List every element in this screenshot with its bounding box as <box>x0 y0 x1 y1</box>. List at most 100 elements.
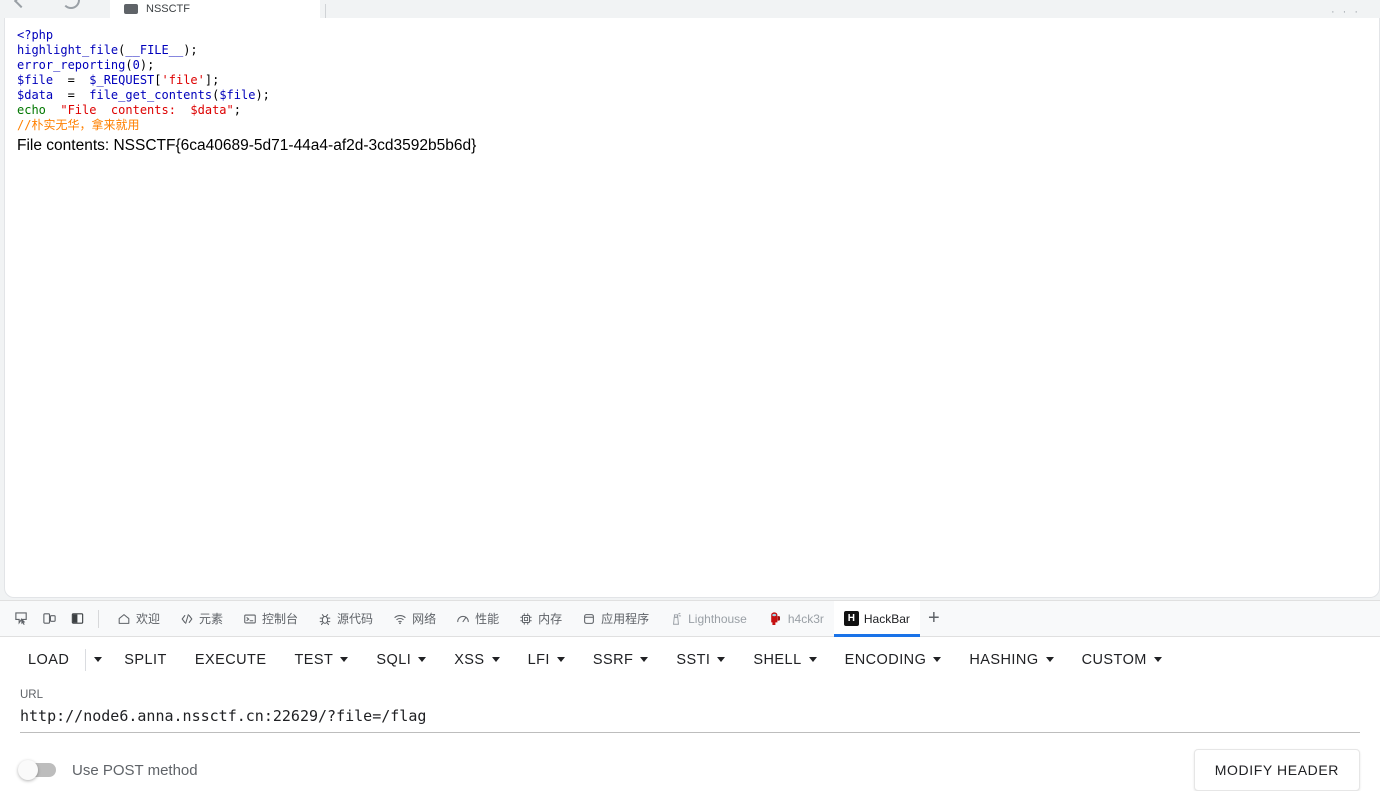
php-source-code: <?php highlight_file(__FILE__); error_repo… <box>17 28 1379 133</box>
hackbar-btn-ssti[interactable]: SSTI <box>662 644 739 676</box>
devtools-tabbar: 欢迎 元素 控制台 源代码 网络 性能 内存 应用程序 Lighthouse h4ck3r H Hac… <box>0 600 1380 637</box>
lighthouse-icon <box>669 612 683 626</box>
code-token: $file <box>17 73 54 87</box>
devtools-tab-label: 性能 <box>475 612 500 626</box>
devtools-tab-label: Lighthouse <box>688 611 747 626</box>
code-token: $data <box>17 88 54 102</box>
hackbar-icon: H <box>843 611 859 626</box>
hackbar-btn-label: LOAD <box>28 651 70 668</box>
hackbar-btn-label: SQLI <box>376 651 412 668</box>
code-token: ); <box>255 88 270 102</box>
code-token: highlight_file <box>17 43 119 57</box>
console-icon <box>243 612 257 626</box>
code-token: __FILE__ <box>125 43 184 57</box>
hackbar-btn-shell[interactable]: SHELL <box>739 644 830 676</box>
hackbar-options-row: Use POST method MODIFY HEADER <box>0 733 1380 791</box>
devtools-tab-网络[interactable]: 网络 <box>383 601 446 637</box>
chevron-down-icon <box>418 657 427 662</box>
tab-separator <box>325 4 326 18</box>
devtools-tab-hackbar[interactable]: H HackBar <box>833 600 920 637</box>
code-line: echo "File contents: $data"; <box>17 103 1379 118</box>
home-icon <box>117 612 131 626</box>
use-post-method-label: Use POST method <box>72 761 198 779</box>
hackbar-btn-label: SHELL <box>753 651 802 668</box>
tab-title: NSSCTF <box>146 3 190 15</box>
add-panel-button[interactable]: + <box>920 601 948 637</box>
devtools-tab-控制台[interactable]: 控制台 <box>233 601 308 637</box>
code-token: = <box>53 88 90 102</box>
url-input[interactable] <box>20 707 1360 733</box>
dock-side-icon[interactable] <box>64 606 90 632</box>
code-token: //朴实无华，拿来就用 <box>17 118 140 132</box>
devtools-tab-label: 内存 <box>538 612 563 626</box>
hackbar-btn-sqli[interactable]: SQLI <box>362 644 440 676</box>
hackbar-load-dropdown[interactable] <box>85 648 110 671</box>
devtools-tab-label: 欢迎 <box>136 612 161 626</box>
performance-icon <box>456 612 470 626</box>
chevron-down-icon <box>94 657 103 662</box>
code-token: 'file' <box>161 73 205 87</box>
hackbar-btn-load[interactable]: LOAD <box>14 644 83 676</box>
chevron-down-icon <box>933 657 942 662</box>
hackbar-btn-xss[interactable]: XSS <box>440 644 513 676</box>
code-token: file_get_contents <box>89 88 213 102</box>
chevron-down-icon <box>1045 657 1054 662</box>
device-toolbar-icon[interactable] <box>36 606 62 632</box>
file-contents-output: File contents: NSSCTF{6ca40689-5d71-44a4… <box>17 137 477 154</box>
hackbar-toolbar: LOAD SPLIT EXECUTE TEST SQLI XSS LFI SSRF SSTI SH… <box>0 637 1380 683</box>
chevron-down-icon <box>556 657 565 662</box>
code-line: $data = file_get_contents($file); <box>17 88 1379 103</box>
hackbar-btn-encoding[interactable]: ENCODING <box>831 644 956 676</box>
devtools-tab-lighthouse[interactable]: Lighthouse <box>659 601 757 637</box>
devtools-tab-应用程序[interactable]: 应用程序 <box>572 601 659 637</box>
hackbar-btn-custom[interactable]: CUSTOM <box>1068 644 1176 676</box>
browser-tab[interactable]: NSSCTF <box>110 0 320 18</box>
devtools-tab-元素[interactable]: 元素 <box>170 601 233 637</box>
hackbar-btn-label: SSTI <box>676 651 711 668</box>
reload-icon[interactable] <box>62 0 80 9</box>
back-arrow-icon[interactable] <box>12 0 30 9</box>
tab-favicon <box>124 4 138 14</box>
chevron-down-icon <box>340 657 349 662</box>
code-line: <?php <box>17 28 1379 43</box>
devtools-tab-h4ck3r[interactable]: h4ck3r <box>757 601 834 637</box>
chevron-down-icon <box>1153 657 1162 662</box>
chevron-down-icon <box>491 657 500 662</box>
code-token: [ <box>154 73 162 87</box>
code-token: ; <box>190 43 198 57</box>
code-token: error_reporting <box>17 58 126 72</box>
hackbar-panel: LOAD SPLIT EXECUTE TEST SQLI XSS LFI SSRF SSTI SH… <box>0 637 1380 791</box>
toolbar-divider <box>98 609 99 628</box>
devtools-tab-label: 元素 <box>199 612 224 626</box>
chevron-down-icon <box>717 657 726 662</box>
devtools-tab-label: HackBar <box>863 611 910 626</box>
browser-chrome: NSSCTF ··· <box>0 0 1380 18</box>
hackbar-btn-label: CUSTOM <box>1081 651 1147 668</box>
inspect-element-icon[interactable] <box>8 606 34 632</box>
hackbar-btn-ssrf[interactable]: SSRF <box>579 644 662 676</box>
devtools-tab-内存[interactable]: 内存 <box>509 601 572 637</box>
devtools-panel: 欢迎 元素 控制台 源代码 网络 性能 内存 应用程序 Lighthouse h4ck3r H Hac… <box>0 600 1380 791</box>
chevron-down-icon <box>808 657 817 662</box>
page-viewport: <?php highlight_file(__FILE__); error_repo… <box>4 18 1380 598</box>
page-body: <?php highlight_file(__FILE__); error_repo… <box>5 18 1379 156</box>
hackbar-btn-hashing[interactable]: HASHING <box>955 644 1067 676</box>
database-icon <box>582 612 596 626</box>
post-method-group: Use POST method <box>18 760 198 780</box>
modify-header-button[interactable]: MODIFY HEADER <box>1193 749 1360 791</box>
devtools-tab-源代码[interactable]: 源代码 <box>308 601 383 637</box>
code-line: highlight_file(__FILE__); <box>17 43 1379 58</box>
hackbar-btn-test[interactable]: TEST <box>280 644 362 676</box>
devtools-tab-欢迎[interactable]: 欢迎 <box>107 601 170 637</box>
chrome-menu-icons[interactable]: ··· <box>1331 6 1366 18</box>
hackbar-btn-label: SPLIT <box>124 651 167 668</box>
devtools-tab-性能[interactable]: 性能 <box>446 601 509 637</box>
code-line: error_reporting(0); <box>17 58 1379 73</box>
code-token: <?php <box>17 28 54 42</box>
hackbar-icon: H <box>843 611 859 626</box>
devtools-tab-label: 网络 <box>412 612 437 626</box>
use-post-method-toggle[interactable] <box>18 760 56 780</box>
hackbar-btn-lfi[interactable]: LFI <box>514 644 579 676</box>
hackbar-btn-execute[interactable]: EXECUTE <box>181 644 281 676</box>
hackbar-btn-split[interactable]: SPLIT <box>110 644 181 676</box>
